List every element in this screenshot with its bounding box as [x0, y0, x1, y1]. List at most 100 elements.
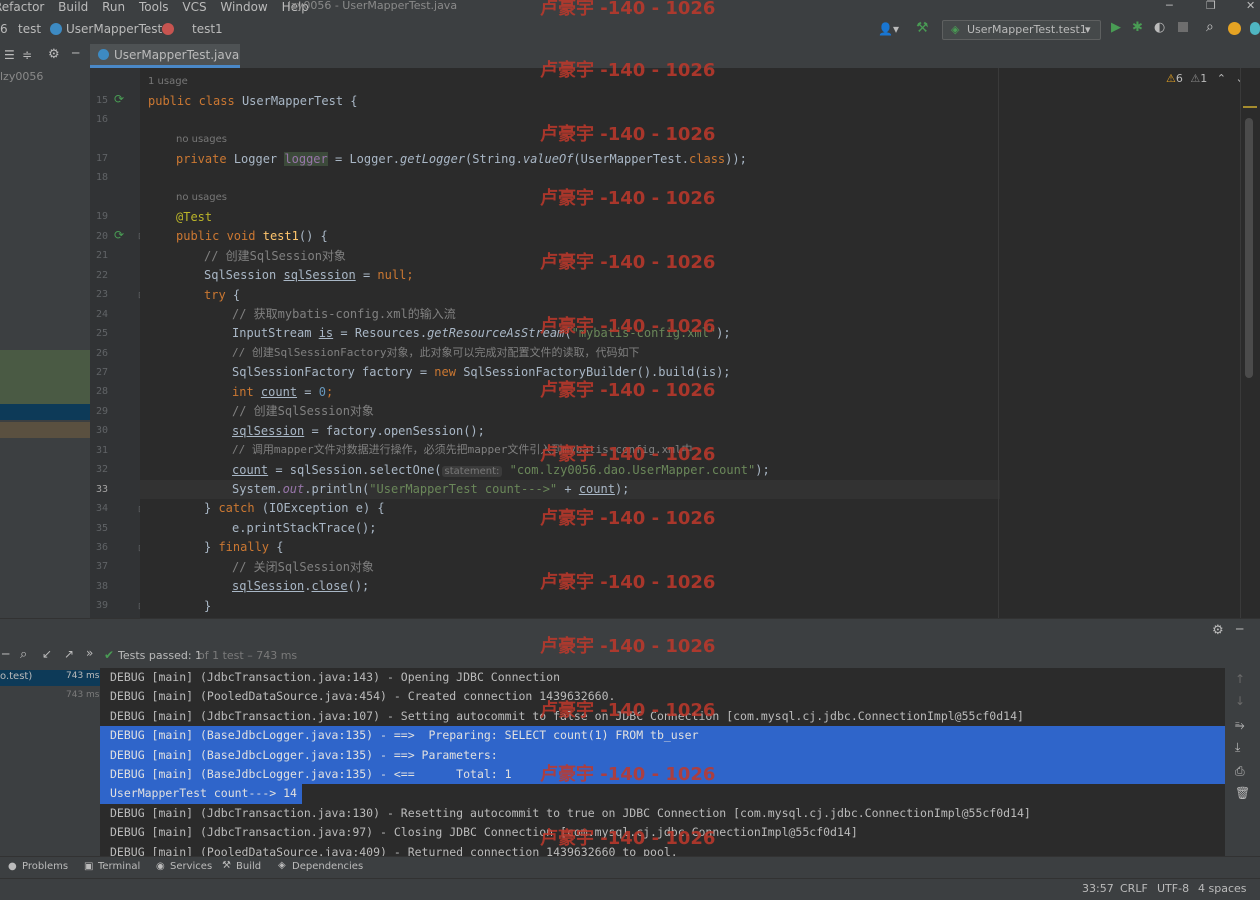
project-label[interactable]: lzy0056	[0, 70, 43, 83]
line-separator[interactable]: CRLF	[1120, 882, 1148, 895]
usage-hint[interactable]: 1 usage	[148, 75, 188, 89]
line-number-gutter: 15 16 17 18 19 20 21 22 23 24 25 26 27 2…	[90, 68, 169, 618]
code-line-34: } catch (IOException e) {	[204, 501, 385, 515]
breadcrumb-file[interactable]: UserMapperTest	[66, 22, 162, 36]
menu-build[interactable]: Build	[58, 0, 88, 14]
watermark-text: 卢豪宇 -140 - 1026	[540, 0, 716, 19]
console-line-selected: UserMapperTest count---> 14	[100, 784, 302, 804]
tool-problems[interactable]: Problems	[22, 861, 68, 872]
tool-services[interactable]: Services	[170, 861, 212, 872]
scroll-to-end-icon[interactable]: ⤓	[1235, 740, 1240, 755]
code-line-39: }	[204, 599, 212, 613]
selected-tree-row[interactable]	[0, 404, 90, 420]
test-results-tree: o.test) 743 ms 743 ms	[0, 668, 101, 856]
expand-icon[interactable]: ≑	[22, 48, 32, 62]
hide-panel-icon[interactable]: ─	[1236, 622, 1243, 636]
trash-icon[interactable]: 🗑	[1235, 786, 1250, 800]
tab-label: UserMapperTest.java	[114, 48, 240, 62]
caret-position[interactable]: 33:57	[1082, 882, 1114, 895]
weak-warning-count: 1	[1200, 72, 1208, 85]
indent-setting[interactable]: 4 spaces	[1198, 882, 1247, 895]
line-number: 30	[95, 425, 108, 436]
stop-icon[interactable]	[1178, 22, 1188, 32]
vcs-change-highlight	[0, 350, 90, 404]
console-line: DEBUG [main] (JdbcTransaction.java:97) -…	[110, 825, 858, 840]
tool-window-bar: ● Problems ▣ Terminal ◉ Services ⚒ Build…	[0, 856, 1260, 879]
plugin-icon[interactable]	[1250, 22, 1260, 35]
restore-icon[interactable]: ❐	[1206, 0, 1216, 12]
menu-vcs[interactable]: VCS	[182, 0, 206, 14]
inspection-widget[interactable]: ⚠6 ⚠1 ⌃ ⌄	[1166, 72, 1240, 85]
run-test-method-icon[interactable]: ⟳	[114, 228, 124, 242]
test-tree-item[interactable]: o.test)	[0, 671, 32, 682]
code-line-20: public void test1() {	[176, 229, 328, 243]
user-account-icon[interactable]: 👤▾	[878, 22, 899, 36]
watermark-text: 卢豪宇 -140 - 1026	[540, 252, 716, 273]
editor-scrollbar[interactable]	[1240, 68, 1260, 618]
run-icon[interactable]: ▶	[1111, 20, 1121, 35]
line-number: 27	[95, 367, 108, 378]
minimize-icon[interactable]: ─	[1166, 0, 1173, 12]
code-editor[interactable]: 1 usage public class UserMapperTest { no…	[140, 68, 1240, 618]
build-hammer-icon[interactable]: ⚒	[916, 20, 929, 36]
usage-hint[interactable]: no usages	[176, 133, 227, 147]
class-icon	[50, 23, 62, 35]
test-time: 743 ms	[66, 690, 100, 700]
code-line-29: // 创建SqlSession对象	[232, 404, 374, 418]
code-line-36: } finally {	[204, 540, 284, 554]
watermark-text: 卢豪宇 -140 - 1026	[540, 508, 716, 529]
run-test-class-icon[interactable]: ⟳	[114, 92, 124, 106]
watermark-text: 卢豪宇 -140 - 1026	[540, 316, 716, 337]
line-number: 29	[95, 406, 108, 417]
status-bar: 33:57 CRLF UTF-8 4 spaces	[0, 878, 1260, 900]
warning-marker[interactable]	[1243, 106, 1257, 108]
print-icon[interactable]: ⎙	[1235, 764, 1245, 779]
coverage-icon[interactable]: ◐	[1154, 20, 1165, 35]
warning-icon: ⚠	[1166, 72, 1176, 85]
line-number: 26	[95, 348, 108, 359]
file-encoding[interactable]: UTF-8	[1157, 882, 1189, 895]
breadcrumb-method[interactable]: test1	[192, 22, 223, 36]
menu-window[interactable]: Window	[220, 0, 267, 14]
tab-usermappertest[interactable]: UserMapperTest.java ✕	[90, 44, 240, 84]
scroll-thumb[interactable]	[1245, 118, 1253, 378]
soft-wrap-icon[interactable]: ⥱	[1235, 718, 1245, 733]
line-number: 22	[95, 270, 108, 281]
gear-icon[interactable]: ⚙	[1212, 623, 1224, 638]
watermark-text: 卢豪宇 -140 - 1026	[540, 764, 716, 785]
parameter-inlay-hint: statement:	[441, 466, 503, 477]
tool-dependencies[interactable]: Dependencies	[292, 861, 363, 872]
scroll-down-icon[interactable]: ↓	[1235, 694, 1245, 708]
search-icon[interactable]: ⌕	[20, 647, 27, 662]
run-configuration-select[interactable]: ◈ UserMapperTest.test1 ▾	[942, 20, 1101, 40]
code-line-24: // 获取mybatis-config.xml的输入流	[232, 307, 456, 321]
import-tests-icon[interactable]: ↙	[42, 647, 52, 661]
line-number: 16	[95, 114, 108, 125]
code-line-33: System.out.println("UserMapperTest count…	[232, 482, 630, 496]
gear-icon[interactable]: ⚙	[48, 47, 60, 62]
line-number: 34	[95, 503, 108, 514]
menu-tools[interactable]: Tools	[139, 0, 169, 14]
menu-run[interactable]: Run	[102, 0, 125, 14]
search-icon[interactable]: ⌕	[1206, 19, 1214, 35]
update-icon[interactable]	[1228, 22, 1241, 35]
export-tests-icon[interactable]: ↗	[64, 647, 74, 661]
tree-row-highlight[interactable]	[0, 422, 90, 438]
usage-hint[interactable]: no usages	[176, 191, 227, 205]
more-icon[interactable]: »	[86, 646, 93, 660]
tool-build[interactable]: Build	[236, 861, 261, 872]
breadcrumb-module[interactable]: test	[18, 22, 41, 36]
line-number: 21	[95, 250, 108, 261]
watermark-text: 卢豪宇 -140 - 1026	[540, 636, 716, 657]
collapse-all-icon[interactable]: ☰	[4, 48, 15, 62]
collapse-icon[interactable]: ─	[2, 647, 9, 661]
code-line-23: try {	[204, 288, 241, 302]
warning-count: 6	[1175, 72, 1183, 85]
debug-icon[interactable]: ✱	[1132, 20, 1143, 35]
previous-highlight-icon[interactable]: ⌃	[1217, 72, 1226, 85]
scroll-up-icon[interactable]: ↑	[1235, 672, 1245, 686]
close-window-icon[interactable]: ✕	[1246, 0, 1255, 12]
hide-panel-icon[interactable]: ─	[72, 46, 79, 60]
menu-refactor[interactable]: Refactor	[0, 0, 44, 14]
tool-terminal[interactable]: Terminal	[98, 861, 140, 872]
